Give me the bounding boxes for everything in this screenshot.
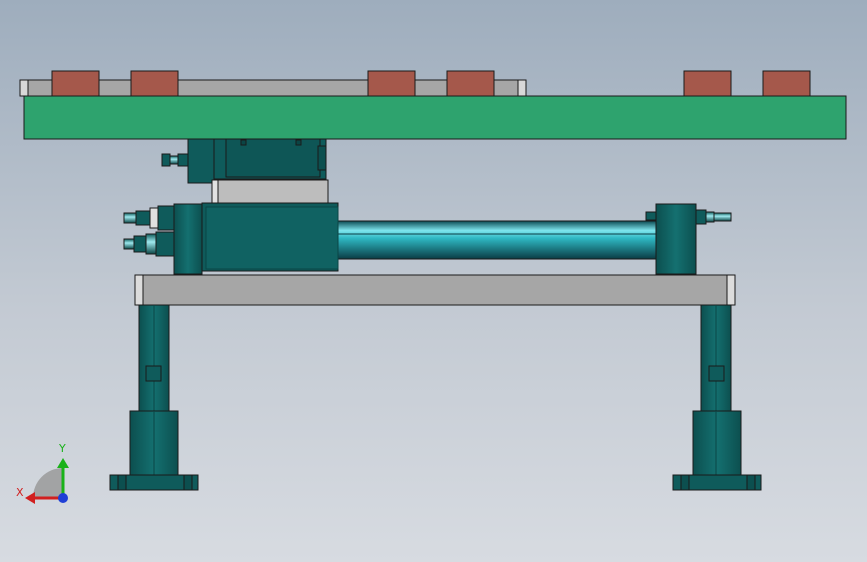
right-support-leg[interactable] — [672, 304, 762, 491]
slider-block — [51, 70, 100, 98]
upper-connector-block[interactable] — [161, 138, 327, 184]
slider-block — [683, 70, 732, 98]
slider-block — [130, 70, 179, 98]
slider-block — [367, 70, 416, 98]
left-support-leg[interactable] — [109, 304, 199, 491]
slider-block — [762, 70, 811, 98]
green-top-plate[interactable] — [23, 95, 847, 140]
graphics-viewport[interactable]: Y X — [0, 0, 867, 562]
axis-triad-icon — [25, 458, 69, 504]
axis-x-label: X — [16, 486, 24, 499]
slider-block — [446, 70, 495, 98]
pneumatic-cylinder[interactable] — [123, 202, 732, 275]
base-beam[interactable] — [134, 274, 736, 306]
axis-y-label: Y — [59, 442, 66, 455]
cylinder-rod — [337, 220, 659, 260]
cad-model-view[interactable] — [0, 0, 867, 562]
